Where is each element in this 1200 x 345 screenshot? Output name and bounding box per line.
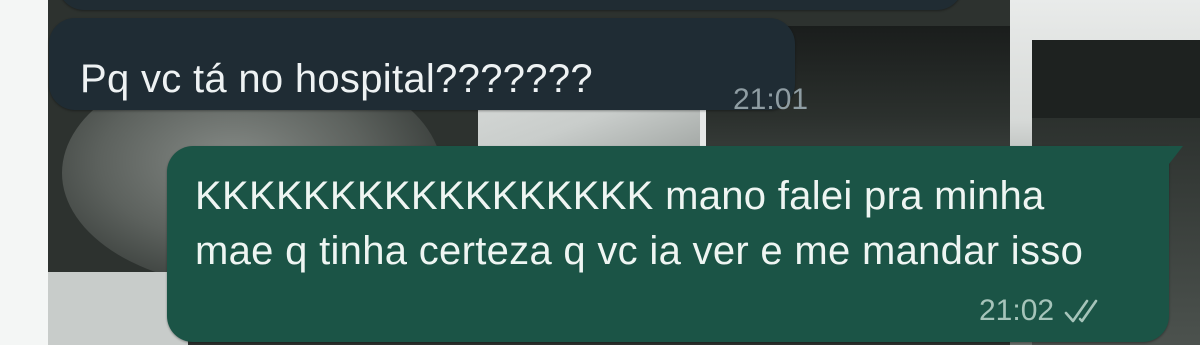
incoming-message-bubble[interactable]: Pq vc tá no hospital??????? 21:01 xyxy=(49,18,808,116)
wallpaper-photo-panel xyxy=(1032,40,1200,120)
previous-message-bubble[interactable] xyxy=(58,0,963,10)
message-text: Pq vc tá no hospital??????? xyxy=(80,57,593,101)
message-timestamp: 21:01 xyxy=(733,83,809,116)
message-timestamp: 21:02 xyxy=(979,294,1055,327)
message-meta: 21:02 xyxy=(979,294,1108,328)
outgoing-message-bubble[interactable]: KKKKKKKKKKKKKKKKK mano falei pra minha m… xyxy=(167,146,1183,342)
message-text: KKKKKKKKKKKKKKKKK mano falei pra minha m… xyxy=(195,174,1084,273)
double-check-read-icon xyxy=(1064,299,1098,323)
wallpaper-edge xyxy=(0,0,48,345)
bubble-tail xyxy=(1169,146,1183,164)
